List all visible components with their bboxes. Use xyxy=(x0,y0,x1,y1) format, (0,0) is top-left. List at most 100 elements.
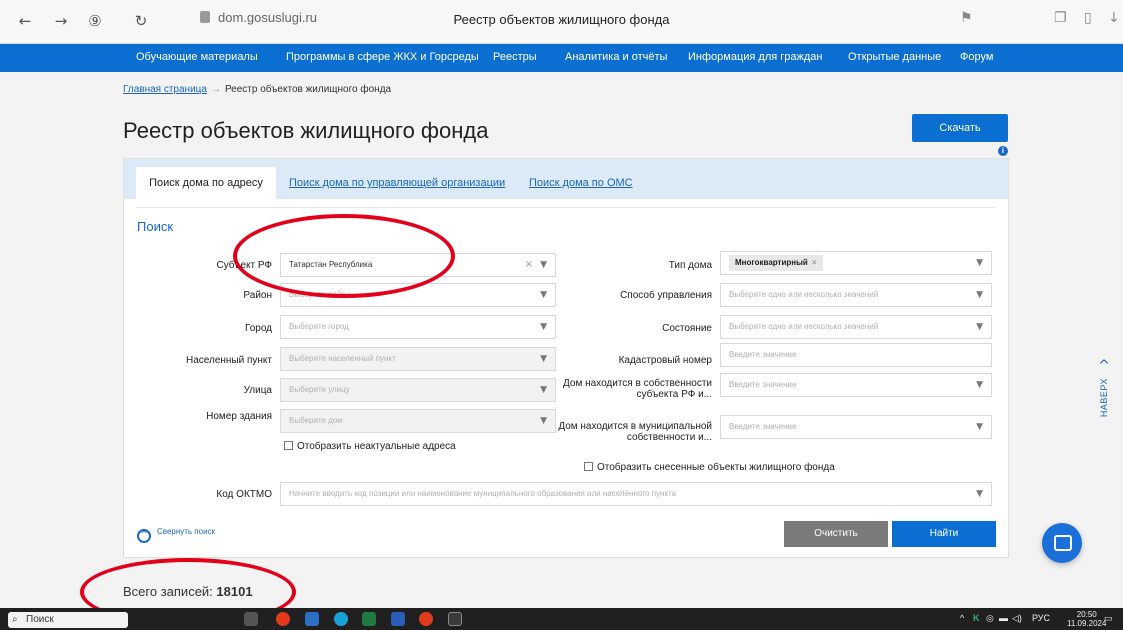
browser-logo-icon[interactable]: ⑨ xyxy=(84,10,106,32)
settlement-label: Населенный пункт xyxy=(185,355,272,366)
nav-item-open-data[interactable]: Открытые данные xyxy=(848,51,941,63)
nav-item-registries[interactable]: Реестры xyxy=(493,51,537,63)
notifications-icon[interactable]: ▭ xyxy=(1104,613,1113,624)
info-icon[interactable]: i xyxy=(998,146,1008,156)
tab-search-by-oms[interactable]: Поиск дома по ОМС xyxy=(529,167,633,199)
condition-placeholder: Выберите одно или несколько значений xyxy=(729,322,879,331)
clock[interactable]: 20:50 11.09.2024 xyxy=(1067,610,1106,628)
taskbar-search[interactable]: Поиск xyxy=(8,612,128,628)
page-title: Реестр объектов жилищного фонда xyxy=(123,118,489,143)
municipal-ownership-select[interactable]: Введите значение ▼ xyxy=(720,415,992,439)
site-navigation: Обучающие материалы Программы в сфере ЖК… xyxy=(0,44,1123,72)
building-number-placeholder: Выберите дом xyxy=(289,416,343,425)
annotation-ellipse-subject xyxy=(233,214,455,298)
download-button[interactable]: Скачать xyxy=(912,114,1008,142)
show-outdated-addresses-checkbox[interactable]: Отобразить неактуальные адреса xyxy=(284,441,456,452)
chevron-down-icon[interactable]: ▼ xyxy=(976,316,983,338)
management-method-select[interactable]: Выберите одно или несколько значений ▼ xyxy=(720,283,992,307)
find-button[interactable]: Найти xyxy=(892,521,996,547)
cadastral-number-input[interactable]: Введите значение xyxy=(720,343,992,367)
street-placeholder: Выберите улицу xyxy=(289,385,350,394)
cadastral-number-placeholder: Введите значение xyxy=(729,350,797,359)
cadastral-number-label: Кадастровый номер xyxy=(618,355,712,366)
tab-search-by-management-org[interactable]: Поиск дома по управляющей организации xyxy=(289,167,505,199)
nav-item-analytics[interactable]: Аналитика и отчёты xyxy=(565,51,667,63)
chevron-down-icon[interactable]: ▼ xyxy=(540,410,547,432)
chevron-down-icon[interactable]: ▼ xyxy=(976,284,983,306)
app-icon[interactable] xyxy=(276,612,290,626)
house-type-chip: Многоквартирный × xyxy=(729,255,823,271)
street-label: Улица xyxy=(243,385,272,396)
extension-icon[interactable]: ▯ xyxy=(1084,10,1092,26)
chevron-down-icon[interactable]: ▼ xyxy=(976,483,983,505)
battery-icon[interactable]: ▬ xyxy=(999,613,1008,623)
address-bar[interactable]: dom.gosuslugi.ru xyxy=(200,10,317,25)
back-to-top-button[interactable]: ^ НАВЕРХ xyxy=(1094,358,1114,430)
excel-icon[interactable] xyxy=(362,612,376,626)
district-label: Район xyxy=(243,290,272,301)
clock-time: 20:50 xyxy=(1076,610,1097,619)
municipal-ownership-placeholder: Введите значение xyxy=(729,422,797,431)
task-view-icon[interactable] xyxy=(244,612,258,626)
checkbox-box[interactable] xyxy=(284,441,293,450)
regional-ownership-placeholder: Введите значение xyxy=(729,380,797,389)
nav-item-forum[interactable]: Форум xyxy=(960,51,993,63)
chevron-down-icon[interactable]: ▼ xyxy=(540,379,547,401)
clear-button[interactable]: Очистить xyxy=(784,521,888,547)
network-icon[interactable]: ◎ xyxy=(986,613,994,624)
tab-search-by-address[interactable]: Поиск дома по адресу xyxy=(136,167,276,199)
nav-item-training[interactable]: Обучающие материалы xyxy=(136,51,258,63)
back-arrow-icon[interactable]: ← xyxy=(14,10,36,32)
volume-icon[interactable]: ◁) xyxy=(1012,613,1022,624)
search-section-title: Поиск xyxy=(137,219,174,234)
house-type-select[interactable]: Многоквартирный × ▼ xyxy=(720,251,992,275)
chip-remove-icon[interactable]: × xyxy=(812,258,817,267)
breadcrumb-current: Реестр объектов жилищного фонда xyxy=(224,84,392,95)
chevron-down-icon[interactable]: ▼ xyxy=(976,374,983,396)
back-to-top-label: НАВЕРХ xyxy=(1099,378,1109,418)
word-icon[interactable] xyxy=(391,612,405,626)
municipal-ownership-label: Дом находится в муниципальной собственно… xyxy=(558,421,712,443)
show-demolished-checkbox[interactable]: Отобразить снесенные объекты жилищного ф… xyxy=(584,462,835,473)
condition-label: Состояние xyxy=(662,323,712,334)
checkbox-box[interactable] xyxy=(584,462,593,471)
tray-chevron-icon[interactable]: ^ xyxy=(960,613,964,623)
street-select[interactable]: Выберите улицу ▼ xyxy=(280,378,556,402)
calculator-icon[interactable] xyxy=(448,612,462,626)
lock-icon xyxy=(200,11,210,23)
bookmark-icon[interactable]: ⚑ xyxy=(960,10,973,26)
language-indicator[interactable]: РУС xyxy=(1032,613,1050,623)
chevron-down-icon[interactable]: ▼ xyxy=(976,416,983,438)
chevron-down-icon[interactable]: ▼ xyxy=(976,252,983,274)
chevron-up-circle-icon: ^ xyxy=(137,529,151,543)
reload-icon[interactable]: ↻ xyxy=(130,10,152,32)
oktmo-select[interactable]: Начните вводить код позиции или наименов… xyxy=(280,482,992,506)
collapse-search-link[interactable]: ^ Свернуть поиск xyxy=(137,527,215,543)
collapse-search-label: Свернуть поиск xyxy=(157,527,216,536)
search-tabs: Поиск дома по адресу Поиск дома по управ… xyxy=(124,159,1008,199)
download-icon[interactable]: ↓ xyxy=(1108,10,1120,26)
edge-icon[interactable] xyxy=(334,612,348,626)
settlement-select[interactable]: Выберите населенный пункт ▼ xyxy=(280,347,556,371)
management-method-label: Способ управления xyxy=(620,290,712,301)
nav-item-citizens-info[interactable]: Информация для граждан xyxy=(688,51,822,63)
breadcrumb-home-link[interactable]: Главная страница xyxy=(123,84,207,95)
building-number-select[interactable]: Выберите дом ▼ xyxy=(280,409,556,433)
regional-ownership-select[interactable]: Введите значение ▼ xyxy=(720,373,992,397)
chevron-up-icon: ^ xyxy=(1098,358,1110,374)
kaspersky-icon[interactable]: K xyxy=(973,613,980,623)
nav-item-programs[interactable]: Программы в сфере ЖКХ и Горсреды xyxy=(286,51,479,63)
yandex-browser-icon[interactable] xyxy=(419,612,433,626)
building-number-label: Номер здания xyxy=(206,411,272,422)
windows-taskbar: Поиск ^ K ◎ ▬ ◁) РУС 20:50 11.09.2024 ▭ xyxy=(0,608,1123,630)
forward-arrow-icon[interactable]: → xyxy=(50,10,72,32)
chat-bubble-button[interactable] xyxy=(1042,523,1082,563)
url-text: dom.gosuslugi.ru xyxy=(218,10,317,25)
collections-icon[interactable]: ❐ xyxy=(1054,10,1067,26)
breadcrumb: Главная страница → Реестр объектов жилищно… xyxy=(123,84,391,95)
show-demolished-label: Отобразить снесенные объекты жилищного ф… xyxy=(597,462,835,473)
explorer-icon[interactable] xyxy=(305,612,319,626)
city-select[interactable]: Выберите город ▼ xyxy=(280,315,556,339)
city-placeholder: Выберите город xyxy=(289,322,349,331)
condition-select[interactable]: Выберите одно или несколько значений ▼ xyxy=(720,315,992,339)
